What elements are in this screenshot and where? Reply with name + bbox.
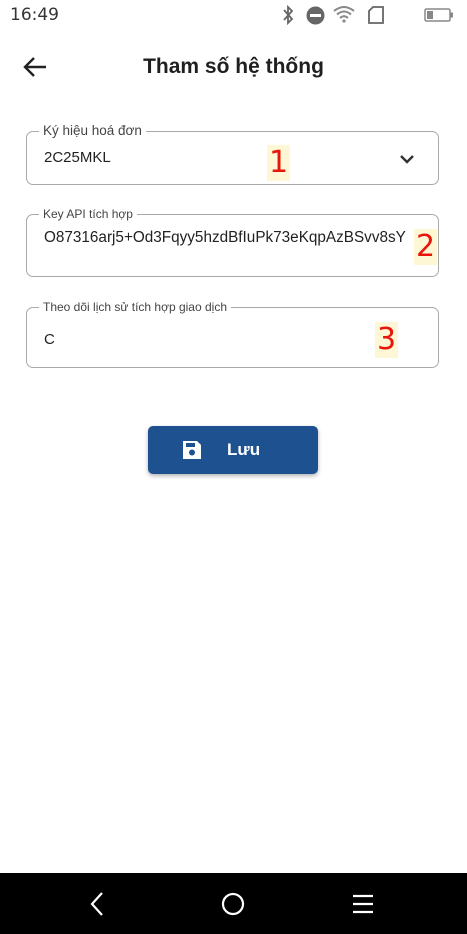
- transaction-history-label: Theo dõi lịch sử tích hợp giao dịch: [39, 300, 232, 314]
- system-nav-bar: [0, 873, 467, 934]
- nav-menu-button[interactable]: [349, 890, 377, 918]
- menu-nav-icon: [353, 894, 373, 914]
- status-time: 16:49: [10, 5, 59, 25]
- annotation-marker-2: 2: [414, 229, 438, 265]
- back-nav-icon: [90, 892, 103, 916]
- transaction-history-value: C: [44, 331, 55, 348]
- battery-icon: [424, 8, 453, 22]
- home-nav-icon: [221, 892, 245, 916]
- api-key-value: O87316arj5+Od3Fqyy5hzdBfIuPk73eKqpAzBSvv…: [44, 229, 406, 246]
- bluetooth-icon: [283, 5, 294, 25]
- nav-back-button[interactable]: [84, 890, 112, 918]
- annotation-marker-1: 1: [267, 145, 291, 181]
- api-key-field[interactable]: Key API tích hợp O87316arj5+Od3Fqyy5hzdB…: [26, 207, 439, 277]
- api-key-label: Key API tích hợp: [39, 207, 137, 221]
- wifi-icon: [333, 6, 355, 23]
- annotation-marker-3: 3: [375, 322, 399, 358]
- invoice-symbol-value: 2C25MKL: [44, 149, 111, 166]
- invoice-symbol-label: Ký hiệu hoá đơn: [39, 124, 146, 138]
- save-button-label: Lưu: [227, 440, 261, 459]
- status-bar: 16:49: [0, 0, 467, 30]
- invoice-symbol-dropdown[interactable]: Ký hiệu hoá đơn 2C25MKL: [26, 124, 439, 185]
- sim-card-icon: [368, 6, 384, 24]
- do-not-disturb-icon: [306, 6, 325, 25]
- nav-home-button[interactable]: [219, 890, 247, 918]
- save-button[interactable]: Lưu: [148, 426, 318, 474]
- chevron-down-icon[interactable]: [398, 150, 416, 168]
- page-title: Tham số hệ thống: [143, 55, 324, 78]
- floppy-disk-icon: [183, 441, 201, 459]
